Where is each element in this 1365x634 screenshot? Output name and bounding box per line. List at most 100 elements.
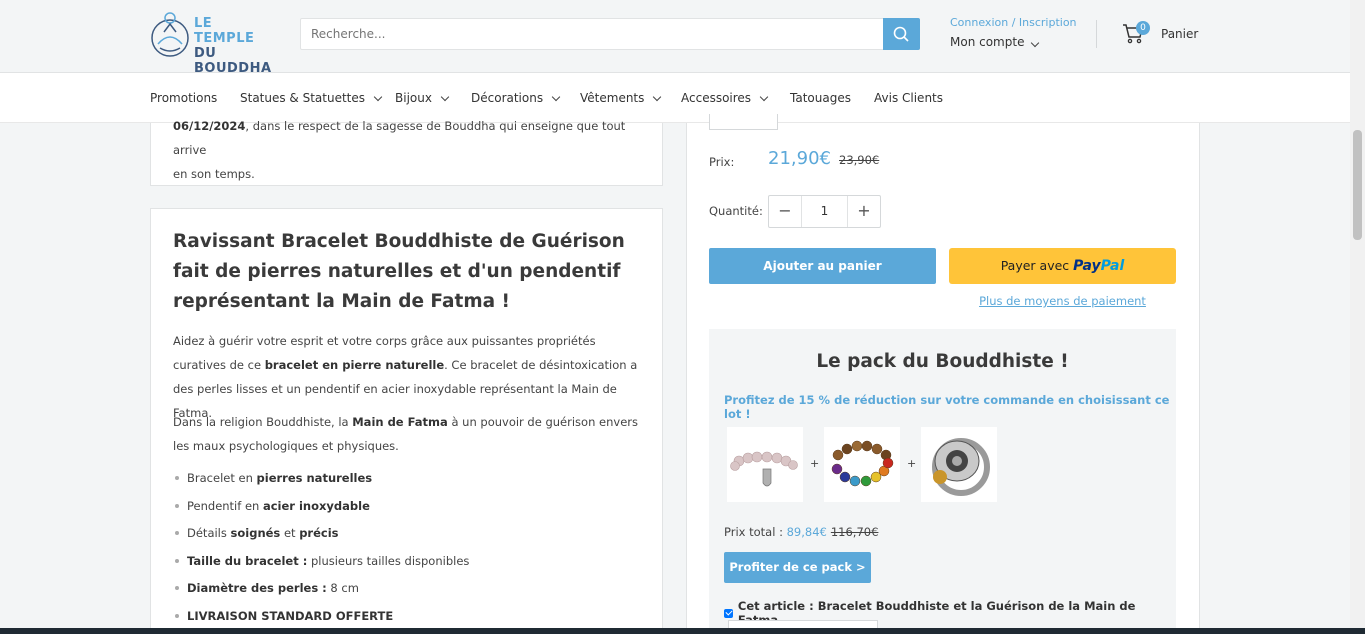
chevron-down-icon	[1031, 38, 1040, 48]
site-header: LE TEMPLE DU BOUDDHA Connexion / Inscrip…	[0, 0, 1350, 76]
pink-bracelet-image	[730, 451, 798, 487]
quantity-stepper: − 1 +	[768, 195, 881, 228]
bundle-pack: Le pack du Bouddhiste ! Profitez de 15 %…	[709, 329, 1176, 634]
account-dropdown[interactable]: Mon compte	[950, 35, 1077, 49]
pack-total: Prix total : 89,84€ 116,70€	[724, 525, 878, 539]
silver-ring-image	[932, 438, 990, 496]
text-span: Dans la religion Bouddhiste, la	[173, 415, 353, 429]
shipping-info-card: 06/12/2024, dans le respect de la sagess…	[150, 119, 663, 186]
text-bold: LIVRAISON STANDARD OFFERTE	[187, 608, 394, 623]
text-span: Pendentif en	[187, 498, 263, 513]
chevron-down-icon	[759, 92, 769, 101]
pack-title: Le pack du Bouddhiste !	[816, 351, 1069, 372]
nav-item-label: Décorations	[471, 91, 544, 105]
price-current: 21,90€	[768, 148, 831, 169]
quantity-increase-button[interactable]: +	[847, 196, 880, 227]
chakra-bracelet-image	[831, 440, 894, 487]
list-item: Bracelet en pierres naturelles	[173, 466, 643, 494]
page-scrollbar[interactable]	[1350, 0, 1365, 634]
paypal-prefix: Payer avec	[1000, 258, 1070, 273]
nav-item-tatouages[interactable]: Tatouages	[790, 91, 851, 105]
text-span: Détails	[187, 526, 231, 540]
variant-select[interactable]	[709, 114, 778, 130]
search-button[interactable]	[883, 18, 920, 50]
search-bar	[300, 18, 920, 50]
nav-item-label: Tatouages	[790, 91, 851, 105]
nav-item-decorations[interactable]: Décorations	[471, 91, 561, 105]
nav-item-vetements[interactable]: Vêtements	[580, 91, 662, 105]
search-input[interactable]	[301, 19, 884, 49]
text-bold: acier inoxydable	[262, 498, 370, 513]
nav-item-label: Statues & Statuettes	[240, 91, 366, 105]
text-bold: pierres naturelles	[256, 471, 373, 485]
nav-item-promotions[interactable]: Promotions	[150, 91, 217, 105]
feature-list: Bracelet en pierres naturelles Pendentif…	[173, 466, 643, 631]
cart-button[interactable]: 0 Panier	[1122, 21, 1198, 47]
product-description-card: Ravissant Bracelet Bouddhiste de Guériso…	[150, 208, 663, 634]
nav-item-label: Accessoires	[681, 91, 752, 105]
paypal-logo-pay: Pay	[1073, 258, 1101, 274]
pack-item-image-chakra-bracelet[interactable]	[824, 427, 900, 502]
site-logo[interactable]: LE TEMPLE DU BOUDDHA	[150, 10, 271, 76]
pack-total-price: 89,84€	[786, 525, 827, 539]
more-payment-options-link[interactable]: Plus de moyens de paiement	[949, 294, 1176, 308]
text-bold: Diamètre des perles :	[187, 581, 327, 595]
nav-item-label: Vêtements	[580, 91, 645, 105]
chevron-down-icon	[653, 92, 662, 101]
nav-item-bijoux[interactable]: Bijoux	[395, 91, 450, 105]
nav-item-avis-clients[interactable]: Avis Clients	[874, 91, 943, 105]
header-divider	[1096, 20, 1097, 48]
price-original: 23,90€	[839, 153, 880, 167]
plus-sign: +	[907, 457, 917, 470]
quantity-decrease-button[interactable]: −	[769, 196, 802, 227]
nav-item-accessoires[interactable]: Accessoires	[681, 91, 769, 105]
logo-line-1: LE TEMPLE	[194, 16, 255, 46]
shipping-date: 06/12/2024	[173, 119, 246, 133]
price-label: Prix:	[709, 155, 735, 169]
paypal-logo-pal: Pal	[1100, 258, 1125, 274]
login-link[interactable]: Connexion / Inscription	[950, 16, 1077, 29]
list-item: Détails soignés et précis	[173, 521, 643, 549]
search-icon	[893, 26, 909, 42]
nav-item-label: Promotions	[150, 91, 218, 105]
shipping-info-text: 06/12/2024, dans le respect de la sagess…	[173, 114, 643, 186]
text-bold: bracelet en pierre naturelle	[264, 358, 445, 372]
buddha-logo-icon	[151, 12, 189, 57]
list-item: Taille du bracelet : plusieurs tailles d…	[173, 549, 643, 577]
paypal-button[interactable]: Payer avec PayPal	[949, 248, 1176, 284]
list-item: Diamètre des perles : 8 cm	[173, 576, 643, 604]
description-heading: Ravissant Bracelet Bouddhiste de Guériso…	[173, 231, 625, 312]
pack-item-image-ring[interactable]	[921, 427, 997, 502]
logo-line-2: DU BOUDDHA	[194, 46, 272, 76]
text-span: 8 cm	[326, 581, 359, 595]
bottom-bar	[0, 628, 1365, 634]
nav-item-label: Bijoux	[395, 91, 432, 105]
chevron-down-icon	[551, 92, 561, 101]
text-span: plusieurs tailles disponibles	[307, 553, 470, 568]
checkbox-checked[interactable]	[724, 608, 733, 618]
pack-buy-button[interactable]: Profiter de ce pack >	[724, 552, 871, 583]
pack-item-image-bracelet[interactable]	[727, 427, 803, 502]
pack-subtitle: Profitez de 15 % de réduction sur votre …	[724, 393, 1170, 421]
quantity-input[interactable]: 1	[802, 196, 847, 227]
text-bold: Main de Fatma	[352, 415, 448, 429]
pack-total-original-price: 116,70€	[830, 525, 879, 539]
scrollbar-thumb[interactable]	[1353, 130, 1362, 240]
add-to-cart-button[interactable]: Ajouter au panier	[709, 248, 936, 284]
pack-total-label: Prix total :	[724, 525, 787, 539]
nav-item-statues[interactable]: Statues & Statuettes	[240, 91, 383, 105]
shipping-text-line-2: en son temps.	[173, 167, 255, 181]
text-bold: soignés	[230, 526, 281, 540]
cart-count-badge: 0	[1136, 21, 1150, 35]
plus-sign: +	[810, 457, 820, 470]
text-bold: précis	[299, 526, 339, 540]
chevron-down-icon	[373, 92, 383, 101]
list-item: Pendentif en acier inoxydable	[173, 494, 643, 522]
quantity-label: Quantité:	[709, 204, 763, 218]
text-span: Bracelet en	[187, 471, 257, 485]
account-menu: Connexion / Inscription Mon compte	[950, 16, 1077, 49]
nav-item-label: Avis Clients	[874, 91, 943, 105]
cart-label: Panier	[1161, 27, 1199, 41]
account-label: Mon compte	[950, 35, 1025, 49]
description-paragraph-2: Dans la religion Bouddhiste, la Main de …	[173, 410, 643, 458]
